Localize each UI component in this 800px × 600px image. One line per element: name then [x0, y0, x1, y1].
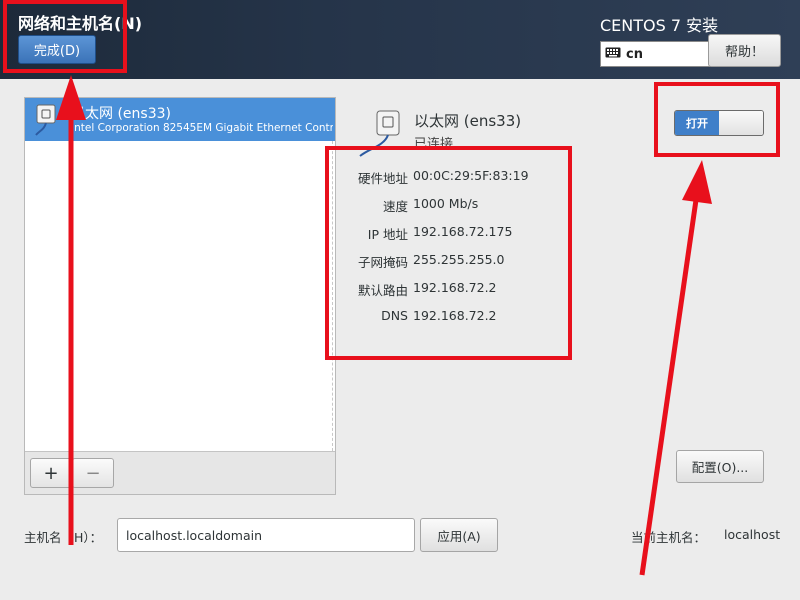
device-list-toolbar: + −: [25, 451, 335, 494]
ethernet-icon: [35, 104, 65, 140]
annotation-box-toggle: [654, 82, 780, 157]
add-device-button[interactable]: +: [30, 458, 72, 488]
keyboard-layout-indicator[interactable]: cn: [600, 41, 710, 67]
device-name: 以太网 (ens33): [71, 106, 171, 122]
current-hostname-value: localhost: [724, 527, 781, 542]
product-title: CENTOS 7 安装: [600, 16, 719, 35]
configure-button[interactable]: 配置(O)...: [676, 450, 764, 483]
annotation-box-details: [325, 146, 572, 360]
annotation-arrowhead-toggle: [682, 160, 712, 204]
hostname-label: 主机名（H）：: [24, 530, 103, 545]
device-list-item[interactable]: 以太网 (ens33) Intel Corporation 82545EM Gi…: [25, 98, 335, 141]
device-description: Intel Corporation 82545EM Gigabit Ethern…: [71, 122, 333, 134]
keyboard-icon: [605, 47, 621, 62]
keyboard-layout-label: cn: [626, 46, 643, 62]
annotation-box-done: [3, 0, 127, 73]
help-button[interactable]: 帮助！: [708, 34, 781, 67]
device-detail-name: 以太网 (ens33): [414, 112, 522, 130]
remove-device-button[interactable]: −: [72, 458, 114, 488]
apply-button[interactable]: 应用(A): [420, 518, 498, 552]
hostname-input[interactable]: localhost.localdomain: [117, 518, 415, 552]
annotation-arrow-toggle: [639, 199, 699, 576]
network-device-list: 以太网 (ens33) Intel Corporation 82545EM Gi…: [24, 97, 336, 495]
current-hostname-label: 当前主机名：: [631, 530, 707, 545]
